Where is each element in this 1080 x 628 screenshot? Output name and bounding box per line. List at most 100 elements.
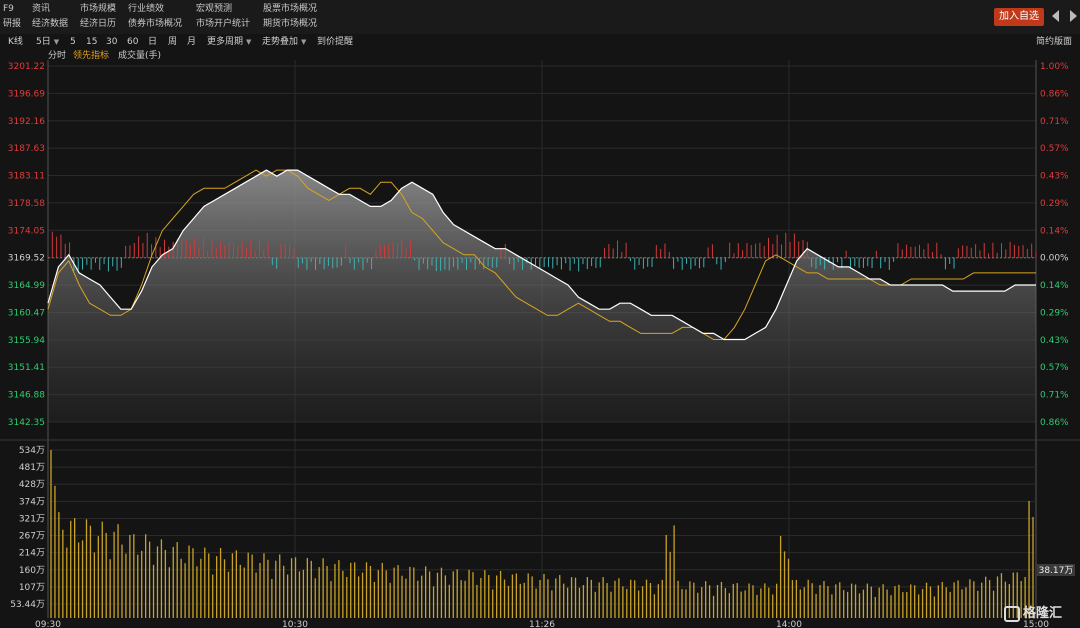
time-tick-label: 14:00 <box>776 620 802 628</box>
pct-tick-label: 0.57% <box>1040 144 1069 154</box>
price-tick-label: 3196.69 <box>8 89 45 99</box>
volume-tick-label: 321万 <box>19 514 45 524</box>
price-tick-label: 3169.52 <box>8 254 45 264</box>
pct-tick-label: 0.57% <box>1040 363 1069 373</box>
price-tick-label: 3142.35 <box>8 418 45 428</box>
nav-account-stats[interactable]: 市场开户统计 <box>196 17 250 32</box>
pct-tick-label: 0.71% <box>1040 391 1069 401</box>
price-tick-label: 3151.41 <box>8 363 45 373</box>
pct-tick-label: 0.86% <box>1040 418 1069 428</box>
volume-tick-label: 107万 <box>19 583 45 593</box>
pct-tick-label: 0.00% <box>1040 254 1069 264</box>
volume-tick-label: 214万 <box>19 549 45 559</box>
time-tick-label: 10:30 <box>282 620 308 628</box>
nav-col-5: 宏观预测 市场开户统计 <box>196 2 250 32</box>
chart-axes: 3201.22 1.00% 3196.69 0.86% 3192.16 0.71% 3187… <box>8 62 1075 628</box>
nav-market-size[interactable]: 市场规模 <box>80 2 116 17</box>
nav-col-4: 行业绩效 债券市场概况 <box>128 2 182 32</box>
indicator-bars <box>47 231 1037 272</box>
price-area <box>48 170 1036 422</box>
nav-economic-data[interactable]: 经济数据 <box>32 17 68 32</box>
volume-tick-label: 428万 <box>19 480 45 490</box>
volume-tick-label: 53.44万 <box>10 600 45 610</box>
logo-icon <box>1004 605 1020 622</box>
pct-tick-label: 0.43% <box>1040 172 1069 182</box>
price-tick-label: 3164.99 <box>8 281 45 291</box>
period-5min[interactable]: 5 <box>70 36 76 48</box>
time-tick-label: 11:26 <box>529 620 555 628</box>
nav-f9[interactable]: F9 <box>3 2 21 17</box>
pct-tick-label: 1.00% <box>1040 62 1069 72</box>
more-periods-label: 更多周期 <box>207 37 244 47</box>
price-tick-label: 3174.05 <box>8 226 45 236</box>
top-nav: F9 研报 资讯 经济数据 市场规模 经济日历 行业绩效 债券市场概况 宏观预测… <box>0 0 1080 34</box>
tab-volume[interactable]: 成交量(手) <box>118 50 161 64</box>
price-alert-button[interactable]: 到价提醒 <box>317 36 353 48</box>
nav-industry-performance[interactable]: 行业绩效 <box>128 2 182 17</box>
period-5day-label: 5日 <box>36 37 51 47</box>
chevron-down-icon: ▼ <box>53 38 60 46</box>
next-arrow-icon[interactable] <box>1070 10 1077 22</box>
period-5day-dropdown[interactable]: 5日 ▼ <box>36 36 59 48</box>
period-15min[interactable]: 15 <box>86 36 97 48</box>
price-area-fill <box>48 170 1036 422</box>
add-favorite-button[interactable]: 加入自选 <box>994 8 1044 26</box>
price-tick-label: 3146.88 <box>8 391 45 401</box>
chart-grid <box>0 60 1080 618</box>
nav-futures-market[interactable]: 期货市场概况 <box>263 17 317 32</box>
price-tick-label: 3155.94 <box>8 336 45 346</box>
time-tick-label: 09:30 <box>35 620 61 628</box>
prev-arrow-icon[interactable] <box>1052 10 1059 22</box>
nav-news[interactable]: 资讯 <box>32 2 68 17</box>
period-month[interactable]: 月 <box>187 36 196 48</box>
price-tick-label: 3201.22 <box>8 62 45 72</box>
price-tick-label: 3187.63 <box>8 144 45 154</box>
volume-current-label: 38.17万 <box>1039 566 1074 576</box>
volume-tick-label: 160万 <box>19 566 45 576</box>
nav-economic-calendar[interactable]: 经济日历 <box>80 17 116 32</box>
overlay-label: 走势叠加 <box>262 37 299 47</box>
volume-tick-label: 534万 <box>19 446 45 456</box>
gelonghui-logo: 格隆汇 <box>1004 602 1062 622</box>
leading-indicator-line <box>47 169 1036 340</box>
price-tick-label: 3192.16 <box>8 117 45 127</box>
pct-tick-label: 0.14% <box>1040 281 1069 291</box>
nav-stock-market[interactable]: 股票市场概况 <box>263 2 317 17</box>
price-tick-label: 3178.58 <box>8 199 45 209</box>
more-periods-dropdown[interactable]: 更多周期 ▼ <box>207 36 251 48</box>
pct-tick-label: 0.71% <box>1040 117 1069 127</box>
kline-tab[interactable]: K线 <box>8 36 23 48</box>
period-week[interactable]: 周 <box>168 36 177 48</box>
price-tick-label: 3160.47 <box>8 308 45 318</box>
tab-timeshare[interactable]: 分时 <box>48 50 66 64</box>
price-lines <box>47 169 1036 341</box>
nav-col-3: 市场规模 经济日历 <box>80 2 116 32</box>
nav-col-6: 股票市场概况 期货市场概况 <box>263 2 317 32</box>
chevron-down-icon: ▼ <box>301 38 307 46</box>
period-30min[interactable]: 30 <box>106 36 117 48</box>
price-tick-label: 3183.11 <box>8 172 45 182</box>
intraday-chart: 3201.22 1.00% 3196.69 0.86% 3192.16 0.71% 3187… <box>0 60 1080 628</box>
pct-tick-label: 0.14% <box>1040 226 1069 236</box>
simple-layout-button[interactable]: 简约版面 <box>1036 36 1072 48</box>
nav-research[interactable]: 研报 <box>3 17 21 32</box>
volume-tick-label: 267万 <box>19 532 45 542</box>
pct-tick-label: 0.29% <box>1040 308 1069 318</box>
period-60min[interactable]: 60 <box>127 36 138 48</box>
period-toolbar: K线 5日 ▼ 5 15 30 60 日 周 月 更多周期 ▼ 走势叠加 ▼ 到价提醒… <box>0 34 1080 50</box>
nav-col-2: 资讯 经济数据 <box>32 2 68 32</box>
nav-macro-forecast[interactable]: 宏观预测 <box>196 2 250 17</box>
tab-leading-indicator[interactable]: 领先指标 <box>73 50 109 64</box>
pct-tick-label: 0.86% <box>1040 89 1069 99</box>
logo-text: 格隆汇 <box>1023 606 1063 621</box>
chevron-down-icon: ▼ <box>246 38 252 46</box>
price-line <box>47 169 1036 341</box>
period-day[interactable]: 日 <box>148 36 157 48</box>
nav-col-1: F9 研报 <box>3 2 21 32</box>
volume-tick-label: 481万 <box>19 463 45 473</box>
volume-bars <box>50 450 1034 618</box>
nav-bond-market[interactable]: 债券市场概况 <box>128 17 182 32</box>
pct-tick-label: 0.29% <box>1040 199 1069 209</box>
overlay-dropdown[interactable]: 走势叠加 ▼ <box>262 36 306 48</box>
volume-current-box <box>1037 564 1075 576</box>
